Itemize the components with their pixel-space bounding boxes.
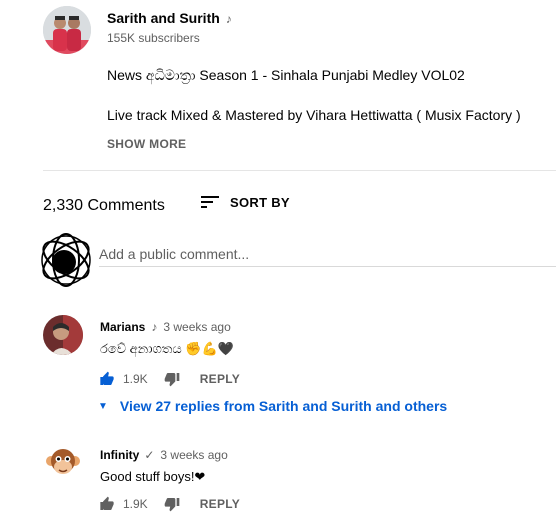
channel-name[interactable]: Sarith and Surith ♪	[107, 10, 232, 26]
comment-text: රවේ අනාගතය ✊💪🖤	[100, 341, 234, 356]
comment-avatar-image	[43, 315, 83, 355]
channel-name-text[interactable]: Sarith and Surith	[107, 10, 220, 26]
sort-icon	[201, 196, 219, 208]
reply-button[interactable]: REPLY	[200, 497, 240, 511]
reply-button[interactable]: REPLY	[200, 372, 240, 386]
comment-actions: 1.9K REPLY	[99, 496, 240, 512]
show-more-button[interactable]: SHOW MORE	[107, 137, 186, 151]
comment-time[interactable]: 3 weeks ago	[160, 448, 227, 462]
description-line-1: News අධිමාත්‍රා Season 1 - Sinhala Punja…	[107, 67, 465, 83]
thumbs-up-icon[interactable]	[99, 496, 115, 512]
comment-text: Good stuff boys!❤	[100, 469, 206, 484]
divider	[43, 170, 556, 171]
music-note-icon: ♪	[151, 320, 158, 334]
sort-by-button[interactable]: SORT BY	[200, 194, 290, 210]
user-avatar-image	[41, 233, 91, 287]
like-count: 1.9K	[123, 372, 148, 386]
view-replies-label: View 27 replies from Sarith and Surith a…	[119, 398, 448, 414]
channel-avatar-image	[43, 6, 91, 54]
comment-author[interactable]: Infinity	[100, 448, 139, 462]
thumbs-up-icon[interactable]	[99, 371, 115, 387]
comment-author-avatar[interactable]	[43, 315, 83, 355]
check-icon: ✓	[144, 448, 155, 462]
comment-header: Infinity ✓ 3 weeks ago	[100, 446, 228, 464]
monkey-avatar-image	[43, 443, 83, 483]
thumbs-down-icon[interactable]	[164, 496, 180, 512]
channel-avatar[interactable]	[43, 6, 91, 54]
description-line-2: Live track Mixed & Mastered by Vihara He…	[107, 107, 521, 123]
comment-time[interactable]: 3 weeks ago	[163, 320, 230, 334]
comment-author-avatar[interactable]	[43, 443, 83, 483]
comment-author[interactable]: Marians	[100, 320, 145, 334]
chevron-down-icon: ▼	[98, 400, 108, 412]
comments-count: 2,330 Comments	[43, 197, 165, 214]
sort-by-label: SORT BY	[230, 194, 290, 210]
like-count: 1.9K	[123, 497, 148, 511]
view-replies-button[interactable]: ▼ View 27 replies from Sarith and Surith…	[98, 398, 447, 414]
thumbs-down-icon[interactable]	[164, 371, 180, 387]
user-avatar	[36, 230, 96, 290]
comment-header: Marians ♪ 3 weeks ago	[100, 318, 231, 336]
add-comment-input[interactable]	[99, 241, 556, 267]
comment-actions: 1.9K REPLY	[99, 371, 240, 387]
music-note-icon: ♪	[225, 12, 232, 26]
subscriber-count: 155K subscribers	[107, 31, 200, 45]
